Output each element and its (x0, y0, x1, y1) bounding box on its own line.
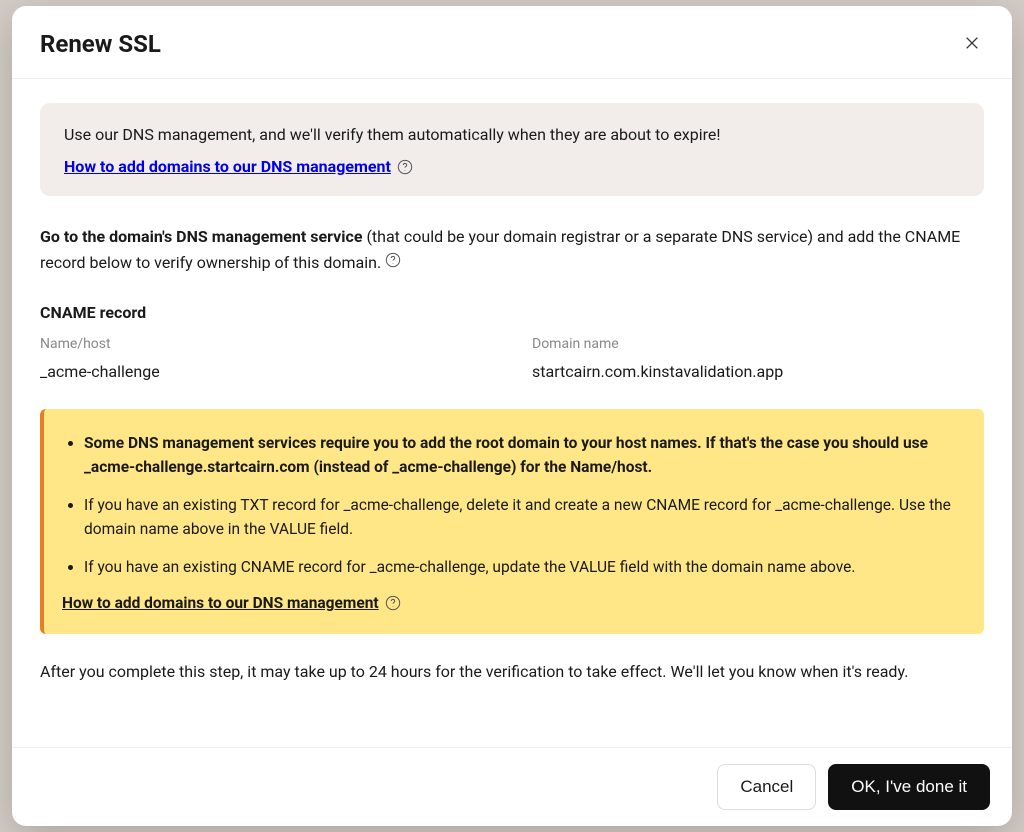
dns-management-link[interactable]: How to add domains to our DNS management (62, 594, 401, 612)
close-icon (964, 35, 980, 54)
modal-body: Use our DNS management, and we'll verify… (12, 79, 1012, 747)
cancel-button[interactable]: Cancel (717, 764, 816, 810)
cname-record-row: Name/host _acme-challenge Domain name st… (40, 336, 984, 381)
dns-management-link[interactable]: How to add domains to our DNS management (64, 157, 413, 176)
domain-name-value: startcairn.com.kinstavalidation.app (532, 362, 984, 381)
domain-name-column: Domain name startcairn.com.kinstavalidat… (532, 336, 984, 381)
cname-record-label: CNAME record (40, 303, 984, 322)
close-button[interactable] (960, 31, 984, 58)
instruction-text: Go to the domain's DNS management servic… (40, 224, 984, 275)
name-host-column: Name/host _acme-challenge (40, 336, 492, 381)
help-icon[interactable] (385, 252, 401, 268)
instruction-bold: Go to the domain's DNS management servic… (40, 227, 362, 246)
modal-title: Renew SSL (40, 30, 161, 58)
help-icon (385, 595, 401, 611)
bottom-note: After you complete this step, it may tak… (40, 660, 984, 684)
name-host-value: _acme-challenge (40, 362, 492, 381)
help-icon (397, 159, 413, 175)
warning-item: If you have an existing CNAME record for… (84, 555, 958, 579)
domain-name-label: Domain name (532, 336, 984, 352)
dns-info-banner: Use our DNS management, and we'll verify… (40, 103, 984, 196)
link-label: How to add domains to our DNS management (62, 594, 379, 612)
banner-text: Use our DNS management, and we'll verify… (64, 123, 960, 147)
warning-item: Some DNS management services require you… (84, 431, 958, 479)
warning-list: Some DNS management services require you… (62, 431, 958, 579)
warning-item: If you have an existing TXT record for _… (84, 493, 958, 541)
modal-footer: Cancel OK, I've done it (12, 747, 1012, 826)
modal-header: Renew SSL (12, 6, 1012, 79)
renew-ssl-modal: Renew SSL Use our DNS management, and we… (12, 6, 1012, 826)
warning-box: Some DNS management services require you… (40, 409, 984, 634)
name-host-label: Name/host (40, 336, 492, 352)
confirm-button[interactable]: OK, I've done it (828, 764, 990, 810)
link-label: How to add domains to our DNS management (64, 157, 391, 176)
